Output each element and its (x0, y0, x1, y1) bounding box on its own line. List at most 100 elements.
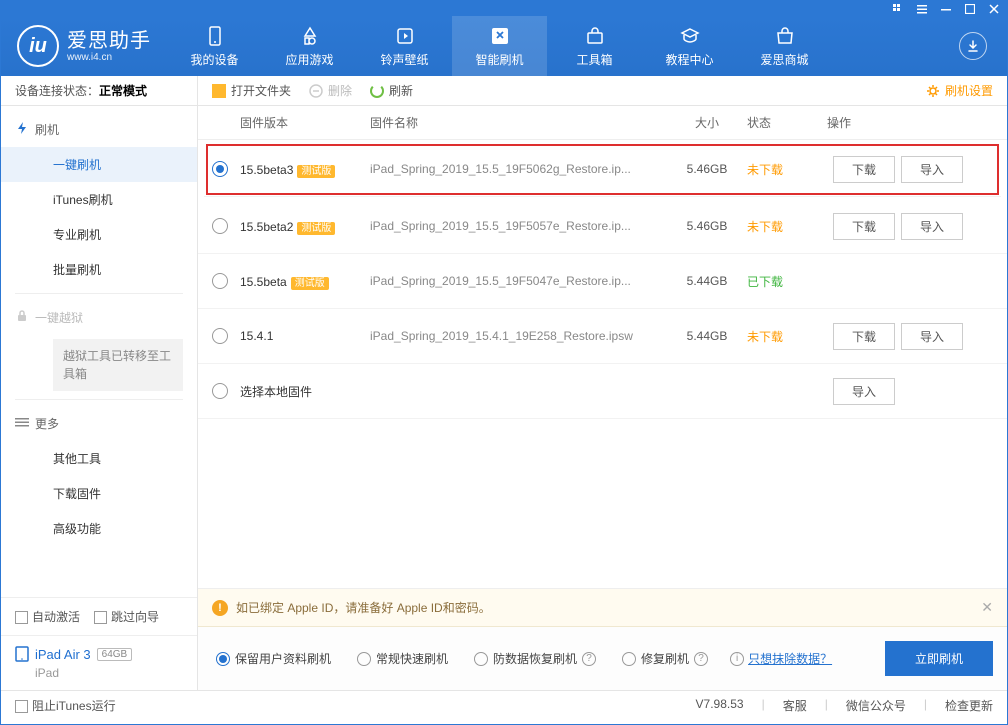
firmware-status: 未下载 (747, 161, 827, 178)
sidebar-section-more[interactable]: 更多 (1, 406, 197, 441)
block-itunes-checkbox[interactable]: 阻止iTunes运行 (15, 697, 116, 714)
wechat-link[interactable]: 微信公众号 (846, 697, 906, 714)
nav-item-tutorial[interactable]: 教程中心 (642, 16, 737, 76)
brand-sub: www.i4.cn (67, 52, 151, 63)
firmware-filename: iPad_Spring_2019_15.5_19F5047e_Restore.i… (370, 274, 667, 288)
device-info[interactable]: iPad Air 3 64GB iPad (1, 635, 197, 690)
help-icon[interactable]: ? (582, 652, 596, 666)
firmware-row[interactable]: 15.5beta3 测试版 iPad_Spring_2019_15.5_19F506… (204, 142, 1001, 197)
import-button[interactable]: 导入 (901, 213, 963, 240)
sidebar-item-advanced[interactable]: 高级功能 (1, 511, 197, 546)
col-name: 固件名称 (370, 114, 667, 131)
import-button[interactable]: 导入 (833, 378, 895, 405)
col-action: 操作 (827, 114, 997, 131)
firmware-filename: iPad_Spring_2019_15.5_19F5062g_Restore.i… (370, 162, 667, 176)
firmware-actions: 下载导入 (827, 323, 997, 350)
download-button[interactable]: 下载 (833, 156, 895, 183)
titlebar-minimize-icon[interactable] (939, 2, 953, 16)
auto-activate-checkbox[interactable]: 自动激活 (15, 608, 80, 625)
gear-icon (926, 84, 940, 98)
sidebar-item-itunes[interactable]: iTunes刷机 (1, 182, 197, 217)
footer: 阻止iTunes运行 V7.98.53| 客服| 微信公众号| 检查更新 (1, 690, 1007, 720)
sidebar-item-batch[interactable]: 批量刷机 (1, 252, 197, 287)
download-button[interactable]: 下载 (833, 323, 895, 350)
folder-icon (212, 84, 226, 98)
check-update-link[interactable]: 检查更新 (945, 697, 993, 714)
firmware-version: 15.4.1 (240, 329, 273, 343)
ring-icon (394, 25, 416, 47)
device-icon (204, 25, 226, 47)
skip-guide-checkbox[interactable]: 跳过向导 (94, 608, 159, 625)
firmware-status: 未下载 (747, 328, 827, 345)
sidebar: 刷机 一键刷机 iTunes刷机 专业刷机 批量刷机 一键越狱 越狱工具已转移至… (1, 106, 198, 690)
nav-item-flash[interactable]: 智能刷机 (452, 16, 547, 76)
sidebar-section-jailbreak: 一键越狱 (1, 300, 197, 335)
erase-data-link[interactable]: 只想抹除数据？ (748, 650, 832, 667)
titlebar-close-icon[interactable] (987, 2, 1001, 16)
nav-item-tools[interactable]: 工具箱 (547, 16, 642, 76)
firmware-version: 15.5beta (240, 275, 287, 289)
firmware-size: 5.44GB (667, 274, 747, 288)
titlebar-grid-icon[interactable] (891, 2, 905, 16)
col-status: 状态 (747, 114, 827, 131)
firmware-row[interactable]: 15.4.1 iPad_Spring_2019_15.4.1_19E258_Res… (198, 309, 1007, 364)
firmware-table-body: 15.5beta3 测试版 iPad_Spring_2019_15.5_19F506… (198, 140, 1007, 419)
flash-icon (15, 121, 29, 135)
mode-radio[interactable] (622, 652, 636, 666)
mode-radio[interactable] (474, 652, 488, 666)
sub-toolbar: 设备连接状态：正常模式 打开文件夹 删除 刷新 刷机设置 (1, 76, 1007, 106)
nav-item-device[interactable]: 我的设备 (167, 16, 262, 76)
flash-settings-button[interactable]: 刷机设置 (926, 82, 993, 99)
sidebar-item-other-tools[interactable]: 其他工具 (1, 441, 197, 476)
open-folder-button[interactable]: 打开文件夹 (212, 82, 291, 99)
notice-close-icon[interactable]: ✕ (981, 599, 993, 616)
sidebar-item-one-click[interactable]: 一键刷机 (1, 147, 197, 182)
firmware-actions: 下载导入 (827, 156, 997, 183)
info-icon[interactable]: i (730, 652, 744, 666)
table-header: 固件版本 固件名称 大小 状态 操作 (198, 106, 1007, 140)
firmware-radio[interactable] (212, 328, 228, 344)
flash-mode-row: 保留用户资料刷机 常规快速刷机 防数据恢复刷机? 修复刷机? i 只想抹除数据？ 立即刷机 (198, 627, 1007, 690)
delete-icon (309, 84, 323, 98)
titlebar-menu-icon[interactable] (915, 2, 929, 16)
warning-icon: ! (212, 600, 228, 616)
delete-button[interactable]: 删除 (309, 82, 352, 99)
mode-radio[interactable] (357, 652, 371, 666)
firmware-radio[interactable] (212, 161, 228, 177)
refresh-button[interactable]: 刷新 (370, 82, 413, 99)
sidebar-item-download-fw[interactable]: 下载固件 (1, 476, 197, 511)
header: iu 爱思助手 www.i4.cn 我的设备应用游戏铃声壁纸智能刷机工具箱教程中… (1, 16, 1007, 76)
firmware-row[interactable]: 15.5beta测试版iPad_Spring_2019_15.5_19F5047… (198, 254, 1007, 309)
firmware-radio[interactable] (212, 218, 228, 234)
mode-radio[interactable] (216, 652, 230, 666)
nav-item-apps[interactable]: 应用游戏 (262, 16, 357, 76)
titlebar-maximize-icon[interactable] (963, 2, 977, 16)
help-icon[interactable]: ? (694, 652, 708, 666)
apple-id-notice: ! 如已绑定 Apple ID，请准备好 Apple ID和密码。 ✕ (198, 589, 1007, 627)
firmware-filename: iPad_Spring_2019_15.4.1_19E258_Restore.i… (370, 329, 667, 343)
sidebar-item-pro[interactable]: 专业刷机 (1, 217, 197, 252)
flash-mode-option[interactable]: 修复刷机? (618, 650, 708, 667)
header-download[interactable] (959, 32, 1007, 60)
download-button[interactable]: 下载 (833, 213, 895, 240)
firmware-radio[interactable] (212, 383, 228, 399)
nav-item-ring[interactable]: 铃声壁纸 (357, 16, 452, 76)
import-button[interactable]: 导入 (901, 156, 963, 183)
flash-now-button[interactable]: 立即刷机 (885, 641, 993, 676)
more-icon (15, 415, 29, 429)
import-button[interactable]: 导入 (901, 323, 963, 350)
flash-mode-option[interactable]: 防数据恢复刷机? (470, 650, 596, 667)
nav-item-store[interactable]: 爱思商城 (737, 16, 832, 76)
logo[interactable]: iu 爱思助手 www.i4.cn (1, 25, 167, 67)
sidebar-section-flash[interactable]: 刷机 (1, 112, 197, 147)
flash-mode-option[interactable]: 常规快速刷机 (353, 650, 448, 667)
firmware-version: 15.5beta3 (240, 163, 293, 177)
beta-badge: 测试版 (297, 165, 335, 178)
firmware-row[interactable]: 15.5beta2测试版iPad_Spring_2019_15.5_19F505… (198, 199, 1007, 254)
firmware-size: 5.44GB (667, 329, 747, 343)
firmware-radio[interactable] (212, 273, 228, 289)
apps-icon (299, 25, 321, 47)
flash-mode-option[interactable]: 保留用户资料刷机 (212, 650, 331, 667)
support-link[interactable]: 客服 (783, 697, 807, 714)
firmware-row[interactable]: 选择本地固件导入 (198, 364, 1007, 419)
